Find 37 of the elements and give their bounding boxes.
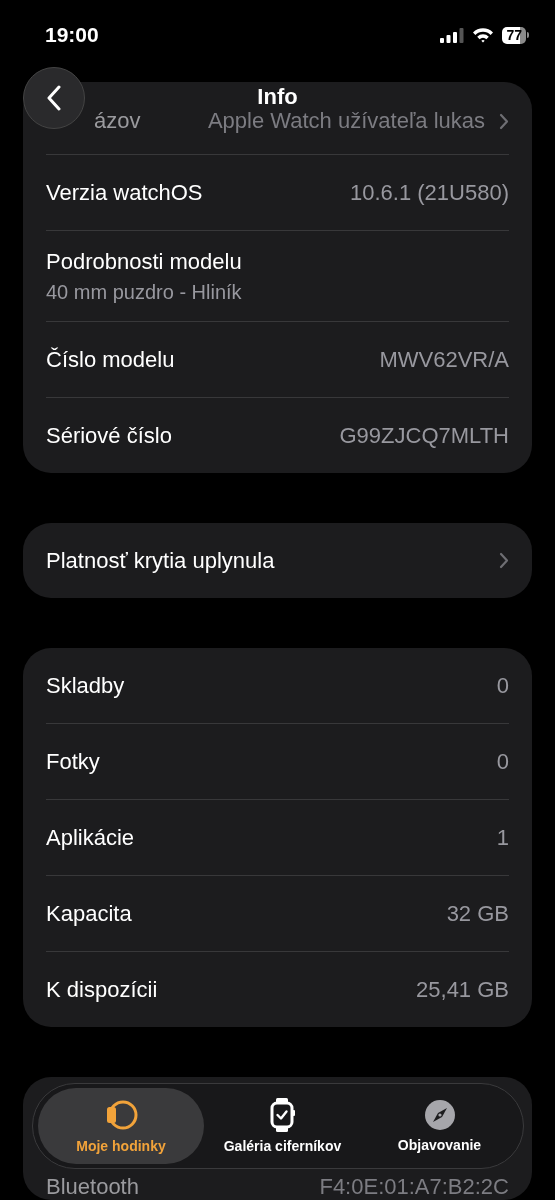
row-label: Verzia watchOS [46, 179, 203, 206]
row-label: Číslo modelu [46, 346, 175, 373]
row-label: Kapacita [46, 900, 132, 927]
watch-icon [104, 1098, 138, 1132]
row-value: MWV62VR/A [379, 346, 509, 373]
row-label: Aplikácie [46, 824, 135, 851]
row-value: G99ZJCQ7MLTH [339, 422, 509, 449]
row-label: K dispozícii [46, 976, 158, 1003]
page-title: Info [256, 84, 299, 110]
row-value: 1 [496, 824, 509, 851]
row-value: 25,41 GB [416, 976, 509, 1003]
row-link[interactable]: Platnosť krytia uplynula [46, 547, 275, 574]
row-detail: 40 mm puzdro - Hliník [46, 280, 242, 304]
tab[interactable]: Galéria ciferníkov [204, 1088, 361, 1164]
row-label: Bluetooth [46, 1176, 139, 1198]
row-link[interactable]: ázov [94, 108, 141, 134]
row-label: Fotky [46, 748, 100, 775]
chevron-icon [499, 112, 509, 130]
row-value: 10.6.1 (21U580) [350, 179, 509, 206]
back-icon [46, 85, 62, 111]
compass-icon [423, 1099, 456, 1131]
row-label: Skladby [46, 672, 125, 699]
row-value: F4:0E:01:A7:B2:2C [319, 1176, 509, 1198]
tab[interactable]: Moje hodinky [38, 1088, 204, 1164]
battery-icon: 77 [502, 26, 529, 44]
watch-icon [269, 1098, 296, 1132]
status-time: 19:00 [45, 23, 99, 47]
signal-icon [440, 27, 465, 43]
chevron-icon [499, 552, 509, 569]
row-value: 32 GB [446, 900, 509, 927]
wifi-icon [472, 27, 495, 43]
row-value: 0 [496, 672, 509, 699]
row-value: Apple Watch užívateľa lukas [207, 108, 485, 134]
tab[interactable]: Objavovanie [361, 1088, 518, 1164]
row-label: Sériové číslo [46, 422, 172, 449]
row-value: 0 [496, 748, 509, 775]
row-label: Podrobnosti modelu [46, 248, 242, 275]
